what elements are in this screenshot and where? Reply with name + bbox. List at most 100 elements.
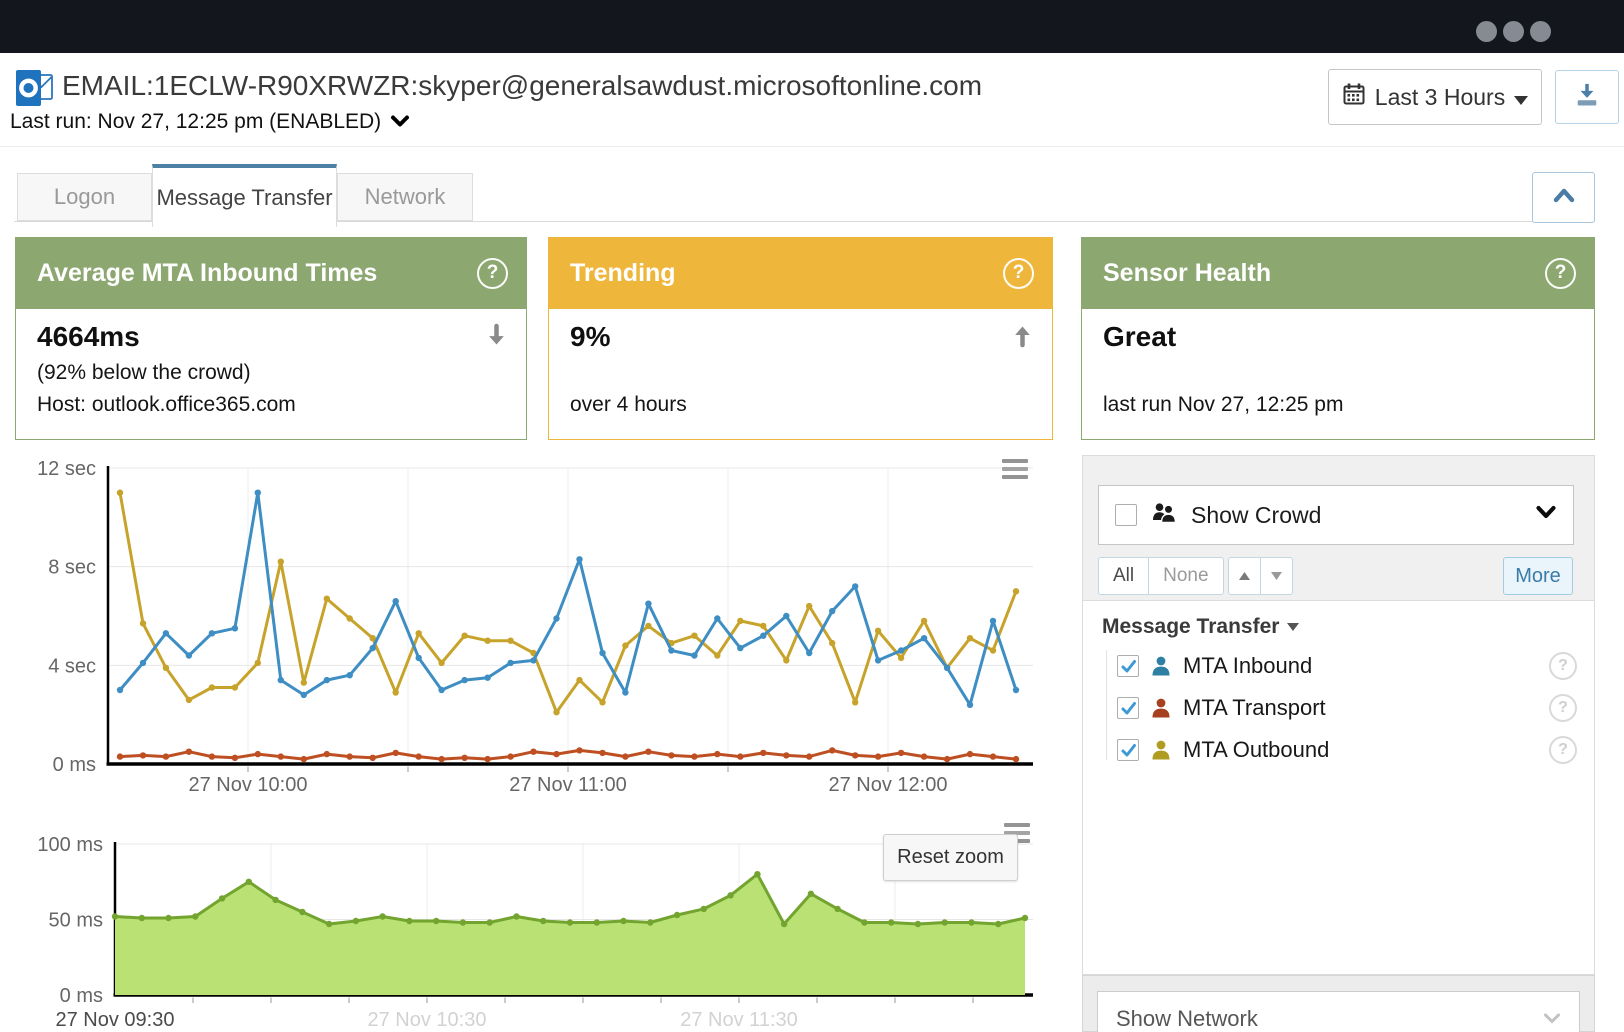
svg-text:8 sec: 8 sec xyxy=(48,557,96,579)
series-MTA Transport xyxy=(117,747,1019,762)
caret-down-icon xyxy=(1271,572,1282,580)
help-icon[interactable]: ? xyxy=(1549,694,1577,722)
trend-up-icon xyxy=(1009,322,1036,354)
move-up-button[interactable] xyxy=(1229,558,1260,594)
series-checkbox[interactable] xyxy=(1117,697,1139,719)
card-title: Average MTA Inbound Times xyxy=(37,259,377,288)
svg-text:27 Nov 11:00: 27 Nov 11:00 xyxy=(509,774,627,796)
card-detail: (92% below the crowd) xyxy=(37,361,251,385)
help-icon[interactable]: ? xyxy=(1003,258,1034,289)
download-button[interactable] xyxy=(1555,70,1619,124)
card-body: 9% over 4 hours xyxy=(548,309,1053,440)
calendar-icon xyxy=(1342,82,1366,112)
move-down-button[interactable] xyxy=(1260,558,1292,594)
show-crowd-label: Show Crowd xyxy=(1191,502,1522,529)
svg-text:0 ms: 0 ms xyxy=(60,985,103,1007)
card-body: Great last run Nov 27, 12:25 pm xyxy=(1081,309,1595,440)
tab-label: Logon xyxy=(54,184,115,210)
check-icon xyxy=(1120,658,1137,675)
tab-label: Network xyxy=(365,184,446,210)
card-average-mta-inbound-times: Average MTA Inbound Times ? 4664ms (92% … xyxy=(15,237,527,440)
time-range-label: Last 3 Hours xyxy=(1375,84,1505,111)
chevron-down-icon[interactable] xyxy=(1535,505,1557,525)
series-label: MTA Inbound xyxy=(1183,653,1312,679)
svg-text:27 Nov 10:00: 27 Nov 10:00 xyxy=(189,774,308,796)
help-icon[interactable]: ? xyxy=(477,258,508,289)
caret-up-icon xyxy=(1239,572,1250,580)
card-detail: last run Nov 27, 12:25 pm xyxy=(1103,393,1343,417)
window-titlebar xyxy=(0,0,1624,53)
card-sensor-health: Sensor Health ? Great last run Nov 27, 1… xyxy=(1081,237,1595,440)
caret-down-icon xyxy=(1514,84,1528,111)
series-MTA Outbound xyxy=(117,490,1019,716)
series-row-mta-outbound: MTA Outbound xyxy=(1117,735,1329,765)
series-checkbox[interactable] xyxy=(1117,655,1139,677)
tab-network[interactable]: Network xyxy=(337,173,473,221)
last-run-dropdown[interactable]: Last run: Nov 27, 12:25 pm (ENABLED) xyxy=(10,110,410,134)
more-button[interactable]: More xyxy=(1503,557,1573,595)
series-0 xyxy=(112,871,1028,995)
person-icon xyxy=(1150,739,1172,761)
series-row-mta-inbound: MTA Inbound xyxy=(1117,651,1312,681)
message-transfer-group-toggle[interactable]: Message Transfer xyxy=(1102,615,1299,639)
help-icon[interactable]: ? xyxy=(1549,652,1577,680)
group-label: Message Transfer xyxy=(1102,615,1279,639)
svg-text:27 Nov 09:30: 27 Nov 09:30 xyxy=(56,1009,175,1031)
svg-text:4 sec: 4 sec xyxy=(48,655,96,677)
card-value: 9% xyxy=(570,321,610,353)
check-icon xyxy=(1120,700,1137,717)
card-value: 4664ms xyxy=(37,321,140,353)
svg-text:27 Nov 10:30: 27 Nov 10:30 xyxy=(368,1009,487,1031)
collapse-panel-button[interactable] xyxy=(1532,172,1595,223)
card-title: Sensor Health xyxy=(1103,259,1271,288)
window-control-dot[interactable] xyxy=(1503,21,1524,42)
select-all-button[interactable]: All xyxy=(1099,558,1148,594)
time-range-button[interactable]: Last 3 Hours xyxy=(1328,69,1542,125)
show-network-toggle[interactable]: Show Network xyxy=(1097,991,1580,1032)
show-network-label: Show Network xyxy=(1116,1006,1258,1032)
person-icon xyxy=(1150,697,1172,719)
series-label: MTA Outbound xyxy=(1183,737,1329,763)
chart: 12 sec 8 sec 4 sec 0 ms 27 Nov 10:00 27 Nov 1… xyxy=(37,458,1033,796)
card-detail: over 4 hours xyxy=(570,393,687,417)
card-detail: Host: outlook.office365.com xyxy=(37,393,296,417)
trend-down-icon xyxy=(483,322,510,354)
series-checkbox[interactable] xyxy=(1117,739,1139,761)
series-MTA Inbound xyxy=(117,490,1019,709)
svg-text:27 Nov 11:30: 27 Nov 11:30 xyxy=(680,1009,798,1031)
tab-message-transfer[interactable]: Message Transfer xyxy=(152,164,337,227)
card-value: Great xyxy=(1103,321,1176,353)
chevron-up-icon xyxy=(1551,186,1577,209)
crowd-icon xyxy=(1150,502,1178,529)
help-icon[interactable]: ? xyxy=(1545,258,1576,289)
window-control-dot[interactable] xyxy=(1476,21,1497,42)
svg-text:12 sec: 12 sec xyxy=(37,458,96,480)
last-run-text: Last run: Nov 27, 12:25 pm (ENABLED) xyxy=(10,110,381,134)
select-none-button[interactable]: None xyxy=(1148,558,1222,594)
card-title: Trending xyxy=(570,259,676,288)
series-row-mta-transport: MTA Transport xyxy=(1117,693,1326,723)
sensor-title: EMAIL:1ECLW-R90XRWZR:skyper@generalsawdu… xyxy=(62,70,982,102)
card-header: Average MTA Inbound Times ? xyxy=(15,237,527,309)
chevron-down-icon xyxy=(1543,1013,1561,1024)
card-header: Trending ? xyxy=(548,237,1053,309)
series-label: MTA Transport xyxy=(1183,695,1326,721)
header-divider xyxy=(0,146,1624,147)
svg-text:0 ms: 0 ms xyxy=(53,754,96,776)
reset-zoom-button[interactable]: Reset zoom xyxy=(883,834,1018,881)
window-control-dot[interactable] xyxy=(1530,21,1551,42)
card-header: Sensor Health ? xyxy=(1081,237,1595,309)
outlook-icon xyxy=(16,70,54,111)
chevron-down-icon xyxy=(390,110,410,134)
svg-text:27 Nov 12:00: 27 Nov 12:00 xyxy=(829,774,948,796)
help-icon[interactable]: ? xyxy=(1549,736,1577,764)
select-all-none-group: All None xyxy=(1098,557,1224,595)
chart-menu-icon[interactable] xyxy=(1002,459,1028,479)
person-icon xyxy=(1150,655,1172,677)
show-crowd-checkbox[interactable] xyxy=(1115,504,1137,526)
tab-label: Message Transfer xyxy=(156,185,332,211)
show-crowd-toggle[interactable]: Show Crowd xyxy=(1098,485,1574,545)
tab-logon[interactable]: Logon xyxy=(17,173,152,221)
card-body: 4664ms (92% below the crowd) Host: outlo… xyxy=(15,309,527,440)
reorder-group xyxy=(1228,557,1293,595)
